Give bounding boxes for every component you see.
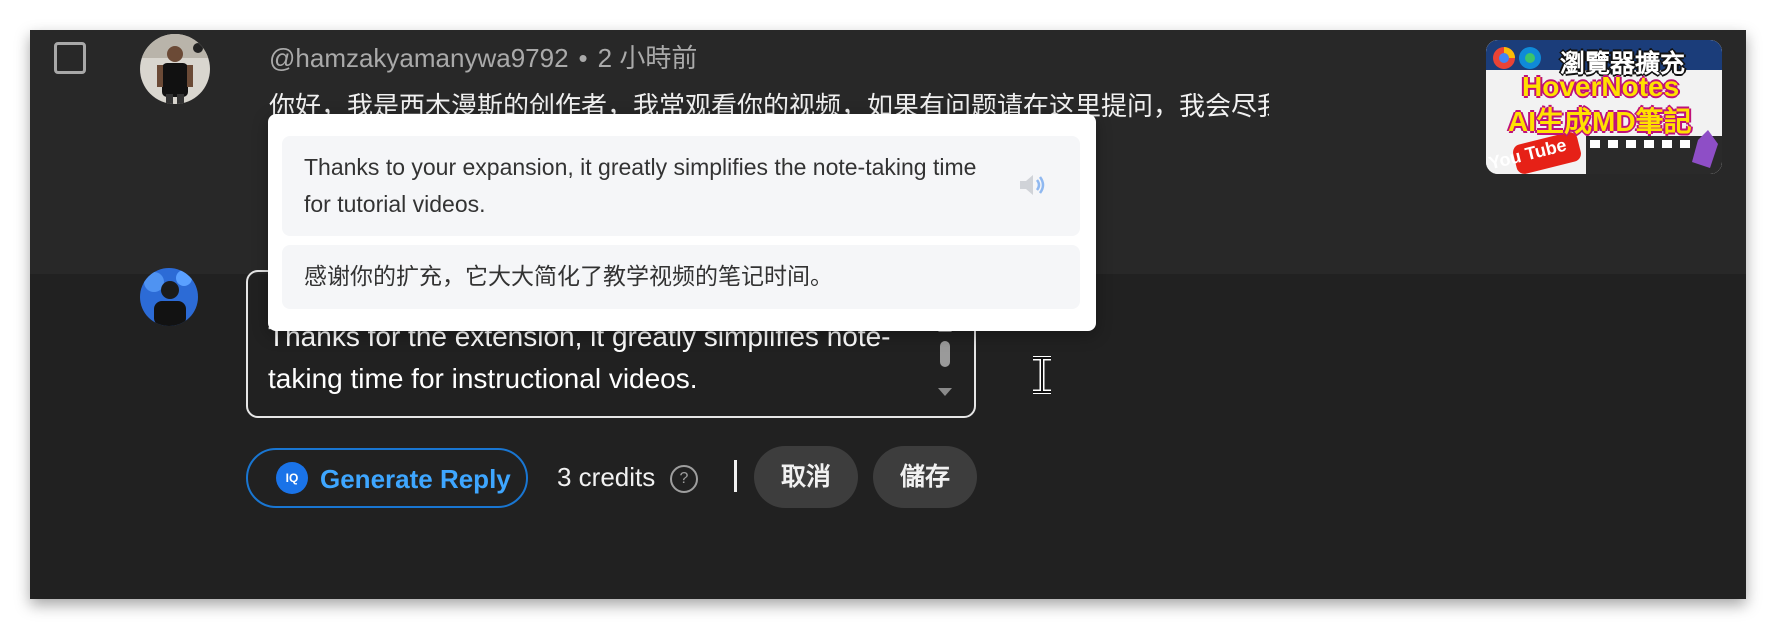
chinese-translation: 感谢你的扩充，它大大简化了教学视频的笔记时间。 <box>304 263 833 289</box>
generate-reply-label: Generate Reply <box>320 464 511 494</box>
select-checkbox[interactable] <box>54 42 86 74</box>
english-translation-card: Thanks to your expansion, it greatly sim… <box>282 136 1080 236</box>
divider <box>734 460 737 492</box>
separator-dot: • <box>578 43 588 73</box>
credits-count: 3 credits <box>557 462 656 492</box>
scroll-down-arrow-icon[interactable] <box>938 388 952 396</box>
speaker-icon[interactable] <box>1018 172 1048 198</box>
comment-header: @hamzakyamanywa9792 • 2 小時前 <box>269 38 697 75</box>
text-cursor-icon <box>1033 356 1051 394</box>
thumbnail-line1: HoverNotes <box>1522 71 1680 102</box>
cancel-button[interactable]: 取消 <box>754 446 858 508</box>
save-button[interactable]: 儲存 <box>873 446 977 508</box>
chinese-translation-card: 感谢你的扩充，它大大简化了教学视频的笔记时间。 <box>282 245 1080 309</box>
youtube-comment-panel: @hamzakyamanywa9792 • 2 小時前 你好，我是西木漫斯的创作者，… <box>30 30 1746 599</box>
thumbnail-line2: AI生成MD筆記 <box>1508 106 1692 137</box>
author-handle[interactable]: @hamzakyamanywa9792 <box>269 43 569 73</box>
english-translation: Thanks to your expansion, it greatly sim… <box>304 154 977 217</box>
comment-time[interactable]: 2 小時前 <box>598 43 698 73</box>
user-avatar[interactable] <box>140 268 198 326</box>
generate-reply-logo-icon: IQ <box>276 462 308 494</box>
video-thumbnail[interactable]: 瀏覽器擴充 HoverNotes AI生成MD筆記 You Tube <box>1486 40 1722 174</box>
commenter-avatar[interactable] <box>140 34 210 104</box>
scrollbar-thumb[interactable] <box>940 341 950 367</box>
generate-reply-button[interactable]: IQ Generate Reply <box>246 448 528 508</box>
translation-popup: Thanks to your expansion, it greatly sim… <box>268 114 1096 331</box>
help-icon[interactable]: ? <box>670 465 698 493</box>
